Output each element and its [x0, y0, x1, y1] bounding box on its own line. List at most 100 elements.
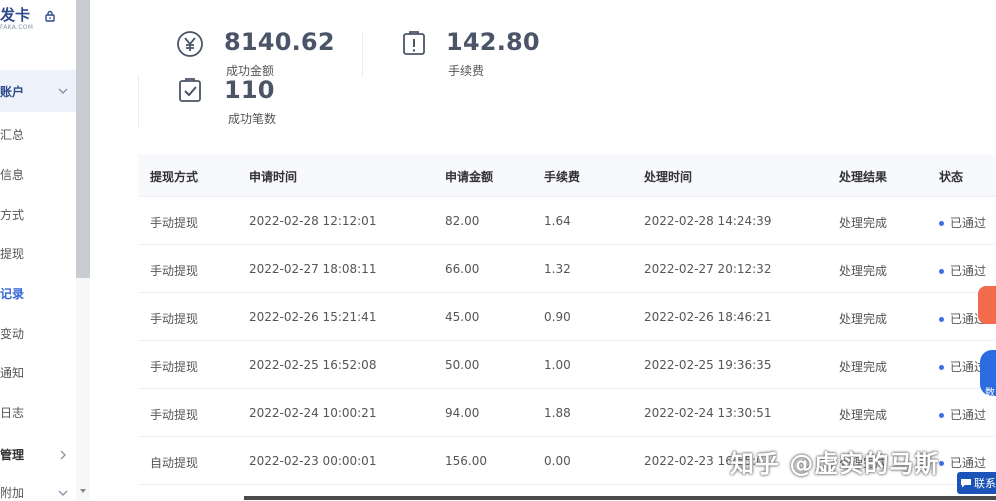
stats-divider: [362, 32, 363, 76]
sidebar-group-account[interactable]: 账户: [0, 70, 76, 112]
cell-apply-time: 2022-02-28 12:12:01: [249, 214, 377, 228]
status-badge: 已通过: [950, 456, 987, 470]
cell-status: 已通过: [939, 454, 986, 471]
chevron-right-icon: [60, 450, 66, 459]
header-fee: 手续费: [544, 170, 581, 184]
checklist-icon: [179, 78, 201, 102]
header-result: 处理结果: [839, 170, 888, 184]
cell-apply-amount: 156.00: [445, 454, 487, 468]
cell-method: 手动提现: [150, 360, 199, 374]
cell-fee: 1.00: [544, 358, 571, 372]
scroll-down-arrow-icon[interactable]: [78, 486, 88, 496]
header-process-time: 处理时间: [644, 170, 693, 184]
header-status: 状态: [939, 170, 964, 184]
sidebar-group-extra-label: 附加: [0, 486, 25, 500]
cell-method: 自动提现: [150, 456, 199, 470]
cell-method: 手动提现: [150, 312, 199, 326]
success-count-label: 成功笔数: [228, 112, 277, 126]
chat-icon: [961, 479, 971, 488]
cell-apply-amount: 66.00: [445, 262, 480, 276]
cell-apply-time: 2022-02-27 18:08:11: [249, 262, 377, 276]
brand[interactable]: 发卡 FAKA.COM: [0, 2, 76, 42]
sidebar-item-info[interactable]: 信息: [0, 166, 76, 183]
sidebar-item-method[interactable]: 方式: [0, 206, 76, 223]
status-badge: 已通过: [950, 408, 987, 422]
cell-fee: 0.00: [544, 454, 571, 468]
float-help-label: 数: [985, 388, 995, 399]
sidebar-item-withdraw[interactable]: 提现: [0, 245, 76, 262]
fee-label: 手续费: [448, 64, 485, 78]
header-apply-amount: 申请金额: [445, 170, 494, 184]
cell-fee: 0.90: [544, 310, 571, 324]
watermark: 知乎 @虚实的马斯: [730, 450, 940, 478]
cell-process-time: 2022-02-28 14:24:39: [644, 214, 772, 228]
cell-apply-time: 2022-02-23 00:00:01: [249, 454, 377, 468]
lock-icon[interactable]: [44, 10, 56, 22]
table-row: 手动提现 2022-02-27 18:08:11 66.00 1.32 2022…: [138, 245, 996, 293]
cell-result: 处理完成: [839, 312, 888, 326]
cell-process-time: 2022-02-25 19:36:35: [644, 358, 772, 372]
cell-method: 手动提现: [150, 216, 199, 230]
cell-method: 手动提现: [150, 408, 199, 422]
cell-process-time: 2022-02-26 18:46:21: [644, 310, 772, 324]
brand-title: 发卡: [0, 6, 31, 24]
withdraw-records-table: 提现方式 申请时间 申请金额 手续费 处理时间 处理结果 状态 手动提现 202…: [138, 154, 996, 485]
cell-status: 已通过: [939, 406, 986, 423]
cell-status: 已通过: [939, 214, 986, 231]
fee-notice-icon: [403, 31, 425, 55]
status-dot: [939, 269, 944, 274]
brand-subtitle: FAKA.COM: [0, 24, 34, 31]
cell-apply-amount: 50.00: [445, 358, 480, 372]
sidebar-item-log[interactable]: 日志: [0, 404, 76, 421]
contact-label: 联系: [974, 477, 996, 490]
sidebar-group-manage[interactable]: 管理: [0, 446, 76, 463]
cell-method: 手动提现: [150, 264, 199, 278]
status-badge: 已通过: [950, 216, 987, 230]
success-count-value: 110: [224, 76, 275, 104]
chevron-down-icon: [58, 88, 68, 94]
status-dot: [939, 317, 944, 322]
table-row: 手动提现 2022-02-28 12:12:01 82.00 1.64 2022…: [138, 197, 996, 245]
cell-apply-amount: 94.00: [445, 406, 480, 420]
cell-result: 处理完成: [839, 408, 888, 422]
cell-status: 已通过: [939, 358, 986, 375]
fee-value: 142.80: [446, 28, 540, 56]
sidebar-group-extra[interactable]: 附加: [0, 484, 76, 501]
status-dot: [939, 461, 944, 466]
cell-apply-amount: 82.00: [445, 214, 480, 228]
success-amount-value: 8140.62: [224, 28, 335, 56]
status-dot: [939, 413, 944, 418]
cell-result: 处理完成: [839, 264, 888, 278]
stats-divider-left: [138, 76, 139, 128]
header-method: 提现方式: [150, 170, 199, 184]
sidebar-item-records[interactable]: 记录: [0, 285, 76, 302]
mascot-widget[interactable]: [978, 286, 996, 324]
cell-fee: 1.88: [544, 406, 571, 420]
cell-apply-time: 2022-02-24 10:00:21: [249, 406, 377, 420]
stats-panel: 8140.62 成功金额 142.80 手续费 110 成功笔数: [90, 0, 996, 150]
cell-status: 已通过: [939, 262, 986, 279]
sidebar-item-summary[interactable]: 汇总: [0, 126, 76, 143]
cell-process-time: 2022-02-27 20:12:32: [644, 262, 772, 276]
contact-button[interactable]: 联系: [957, 472, 996, 494]
table-row: 手动提现 2022-02-26 15:21:41 45.00 0.90 2022…: [138, 293, 996, 341]
table-row: 手动提现 2022-02-24 10:00:21 94.00 1.88 2022…: [138, 389, 996, 437]
cell-fee: 1.64: [544, 214, 571, 228]
sidebar-item-changes[interactable]: 变动: [0, 325, 76, 342]
cell-fee: 1.32: [544, 262, 571, 276]
header-apply-time: 申请时间: [249, 170, 298, 184]
sidebar-scrollbar-thumb[interactable]: [76, 0, 90, 278]
chevron-down-icon: [58, 490, 68, 496]
cell-apply-time: 2022-02-25 16:52:08: [249, 358, 377, 372]
table-row: 手动提现 2022-02-25 16:52:08 50.00 1.00 2022…: [138, 341, 996, 389]
sidebar-group-label: 账户: [0, 84, 25, 99]
sidebar: 发卡 FAKA.COM 账户 汇总 信息 方式 提现 记录 变动 通知 日志 管…: [0, 0, 77, 500]
sidebar-item-notice[interactable]: 通知: [0, 364, 76, 381]
table-header: 提现方式 申请时间 申请金额 手续费 处理时间 处理结果 状态: [138, 154, 996, 197]
cell-result: 处理完成: [839, 360, 888, 374]
cell-result: 处理完成: [839, 216, 888, 230]
sidebar-group-manage-label: 管理: [0, 448, 25, 462]
cell-process-time: 2022-02-24 13:30:51: [644, 406, 772, 420]
bottom-strip: [244, 496, 996, 500]
yen-icon: [177, 31, 203, 57]
